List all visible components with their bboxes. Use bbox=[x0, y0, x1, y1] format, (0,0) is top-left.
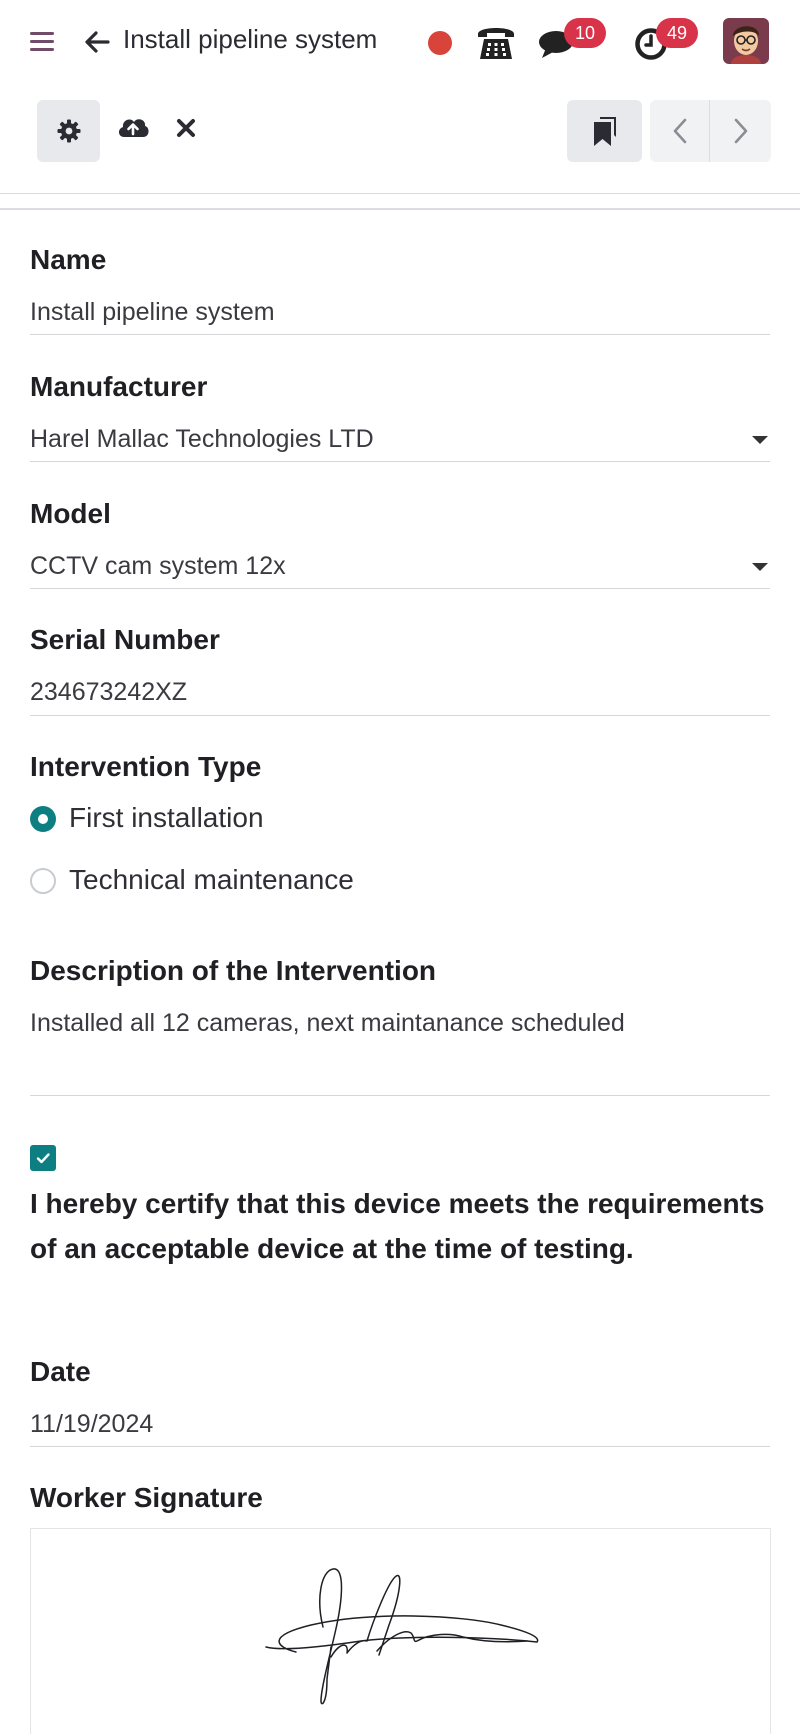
date-underline bbox=[30, 1446, 770, 1447]
divider bbox=[0, 208, 800, 210]
manufacturer-label: Manufacturer bbox=[30, 371, 208, 402]
serial-number-label: Serial Number bbox=[30, 624, 220, 655]
name-field[interactable]: Install pipeline system bbox=[30, 298, 770, 327]
name-label: Name bbox=[30, 244, 107, 275]
cloud-upload-icon[interactable] bbox=[116, 112, 150, 142]
page-title: Install pipeline system bbox=[123, 24, 378, 54]
intervention-type-label: Intervention Type bbox=[30, 751, 262, 782]
name-underline bbox=[30, 334, 770, 335]
bookmark-icon bbox=[594, 117, 616, 146]
bookmark-button[interactable] bbox=[567, 100, 642, 162]
activity-count-badge: 49 bbox=[656, 18, 698, 48]
record-pager bbox=[650, 100, 771, 162]
serial-number-underline bbox=[30, 715, 770, 716]
menu-icon[interactable] bbox=[30, 32, 54, 52]
manufacturer-select[interactable]: Harel Mallac Technologies LTD bbox=[30, 425, 770, 454]
model-label: Model bbox=[30, 498, 111, 529]
settings-button[interactable] bbox=[37, 100, 100, 162]
manufacturer-value: Harel Mallac Technologies LTD bbox=[30, 425, 374, 453]
model-select[interactable]: CCTV cam system 12x bbox=[30, 552, 770, 581]
description-underline bbox=[30, 1095, 770, 1096]
radio-label-technical-maintenance[interactable]: Technical maintenance bbox=[69, 864, 354, 896]
phone-icon[interactable] bbox=[474, 22, 518, 62]
serial-number-field[interactable]: 234673242XZ bbox=[30, 678, 770, 707]
control-panel bbox=[0, 84, 800, 194]
close-icon[interactable] bbox=[172, 114, 200, 142]
chevron-down-icon[interactable] bbox=[752, 563, 768, 571]
chevron-down-icon[interactable] bbox=[752, 436, 768, 444]
description-field[interactable]: Installed all 12 cameras, next maintanan… bbox=[30, 1009, 770, 1038]
radio-label-first-installation[interactable]: First installation bbox=[69, 802, 264, 834]
check-icon bbox=[36, 1153, 50, 1164]
avatar[interactable] bbox=[723, 18, 769, 64]
model-underline bbox=[30, 588, 770, 589]
signature-pad[interactable] bbox=[30, 1528, 771, 1734]
date-field[interactable]: 11/19/2024 bbox=[30, 1410, 770, 1439]
previous-record-button[interactable] bbox=[650, 100, 710, 162]
top-navbar: Install pipeline system 10 49 bbox=[0, 0, 800, 84]
chevron-right-icon bbox=[734, 118, 748, 144]
manufacturer-underline bbox=[30, 461, 770, 462]
description-label: Description of the Intervention bbox=[30, 955, 437, 986]
chat-count-badge: 10 bbox=[564, 18, 606, 48]
signature-label: Worker Signature bbox=[30, 1482, 263, 1513]
next-record-button[interactable] bbox=[711, 100, 771, 162]
gear-icon bbox=[57, 119, 81, 143]
chevron-left-icon bbox=[673, 118, 687, 144]
radio-technical-maintenance[interactable] bbox=[30, 868, 56, 894]
recording-dot-icon[interactable] bbox=[428, 31, 452, 55]
radio-first-installation[interactable] bbox=[30, 806, 56, 832]
signature-drawing bbox=[265, 1568, 539, 1705]
certify-statement: I hereby certify that this device meets … bbox=[30, 1188, 765, 1264]
date-label: Date bbox=[30, 1356, 91, 1387]
model-value: CCTV cam system 12x bbox=[30, 552, 286, 580]
certify-checkbox[interactable] bbox=[30, 1145, 56, 1171]
back-arrow-icon[interactable] bbox=[84, 28, 110, 56]
